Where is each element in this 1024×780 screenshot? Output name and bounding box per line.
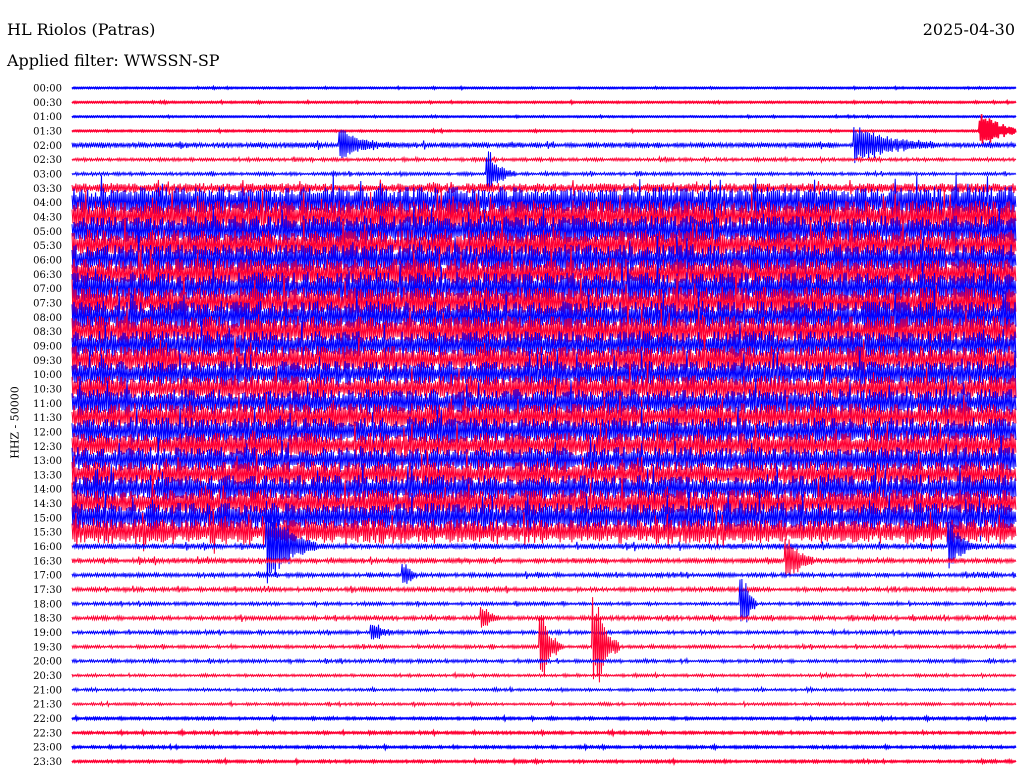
- seismic-trace-2330: [71, 756, 1017, 767]
- time-tick-label: 14:30: [33, 499, 62, 510]
- time-tick-label: 16:00: [33, 542, 62, 553]
- time-tick-label: 22:30: [33, 728, 62, 739]
- seismic-trace-0100: [71, 113, 1017, 120]
- seismic-trace-2230: [71, 727, 1017, 738]
- time-tick-label: 03:00: [33, 169, 62, 180]
- time-tick-label: 19:30: [33, 642, 62, 653]
- time-tick-label: 04:00: [33, 198, 62, 209]
- time-tick-label: 09:30: [33, 356, 62, 367]
- seismic-trace-2200: [71, 713, 1017, 723]
- time-tick-label: 16:30: [33, 556, 62, 567]
- time-tick-label: 09:00: [33, 341, 62, 352]
- time-tick-label: 05:30: [33, 241, 62, 252]
- seismic-trace-2300: [71, 742, 1017, 752]
- time-tick-label: 00:30: [33, 98, 62, 109]
- helicorder-plot: 00:00 00:30 01:00 01:30 02:00 02:30 03:00 03:30…: [33, 84, 1017, 768]
- seismic-trace-0030: [71, 98, 1017, 106]
- time-tick-label: 13:00: [33, 456, 62, 467]
- time-tick-label: 18:30: [33, 614, 62, 625]
- time-tick-label: 10:30: [33, 384, 62, 395]
- time-tick-label: 19:00: [33, 628, 62, 639]
- time-tick-label: 21:00: [33, 685, 62, 696]
- time-tick-label: 18:00: [33, 599, 62, 610]
- seismic-trace-1930: [71, 597, 1017, 683]
- seismic-trace-0130: [71, 114, 1017, 144]
- time-tick-label: 02:00: [33, 141, 62, 152]
- time-tick-label: 14:00: [33, 485, 62, 496]
- seismic-trace-0000: [71, 84, 1017, 92]
- seismic-trace-1730: [71, 585, 1017, 594]
- time-tick-label: 04:30: [33, 212, 62, 223]
- time-tick-label: 01:30: [33, 126, 62, 137]
- time-tick-label: 20:30: [33, 671, 62, 682]
- time-tick-label: 00:00: [33, 84, 62, 95]
- time-tick-label: 08:30: [33, 327, 62, 338]
- time-tick-label: 12:30: [33, 442, 62, 453]
- time-tick-label: 17:30: [33, 585, 62, 596]
- time-tick-label: 23:00: [33, 743, 62, 754]
- seismic-trace-1700: [71, 563, 1017, 584]
- time-tick-label: 02:30: [33, 155, 62, 166]
- time-tick-label: 07:00: [33, 284, 62, 295]
- time-tick-label: 06:00: [33, 255, 62, 266]
- time-tick-label: 21:30: [33, 700, 62, 711]
- time-tick-label: 13:30: [33, 470, 62, 481]
- time-tick-label: 05:00: [33, 227, 62, 238]
- time-tick-label: 03:30: [33, 184, 62, 195]
- time-tick-label: 07:30: [33, 298, 62, 309]
- time-tick-label: 20:00: [33, 657, 62, 668]
- time-tick-label: 11:30: [33, 413, 62, 424]
- time-tick-label: 06:30: [33, 270, 62, 281]
- time-tick-label: 11:00: [33, 399, 62, 410]
- time-tick-label: 22:00: [33, 714, 62, 725]
- seismic-trace-2100: [71, 685, 1017, 694]
- time-tick-label: 10:00: [33, 370, 62, 381]
- time-tick-label: 01:00: [33, 112, 62, 123]
- seismic-trace-2130: [71, 699, 1017, 709]
- time-tick-label: 23:30: [33, 757, 62, 768]
- time-tick-label: 17:00: [33, 571, 62, 582]
- time-tick-label: 15:30: [33, 528, 62, 539]
- time-tick-label: 12:00: [33, 427, 62, 438]
- time-tick-label: 15:00: [33, 513, 62, 524]
- time-tick-label: 08:00: [33, 313, 62, 324]
